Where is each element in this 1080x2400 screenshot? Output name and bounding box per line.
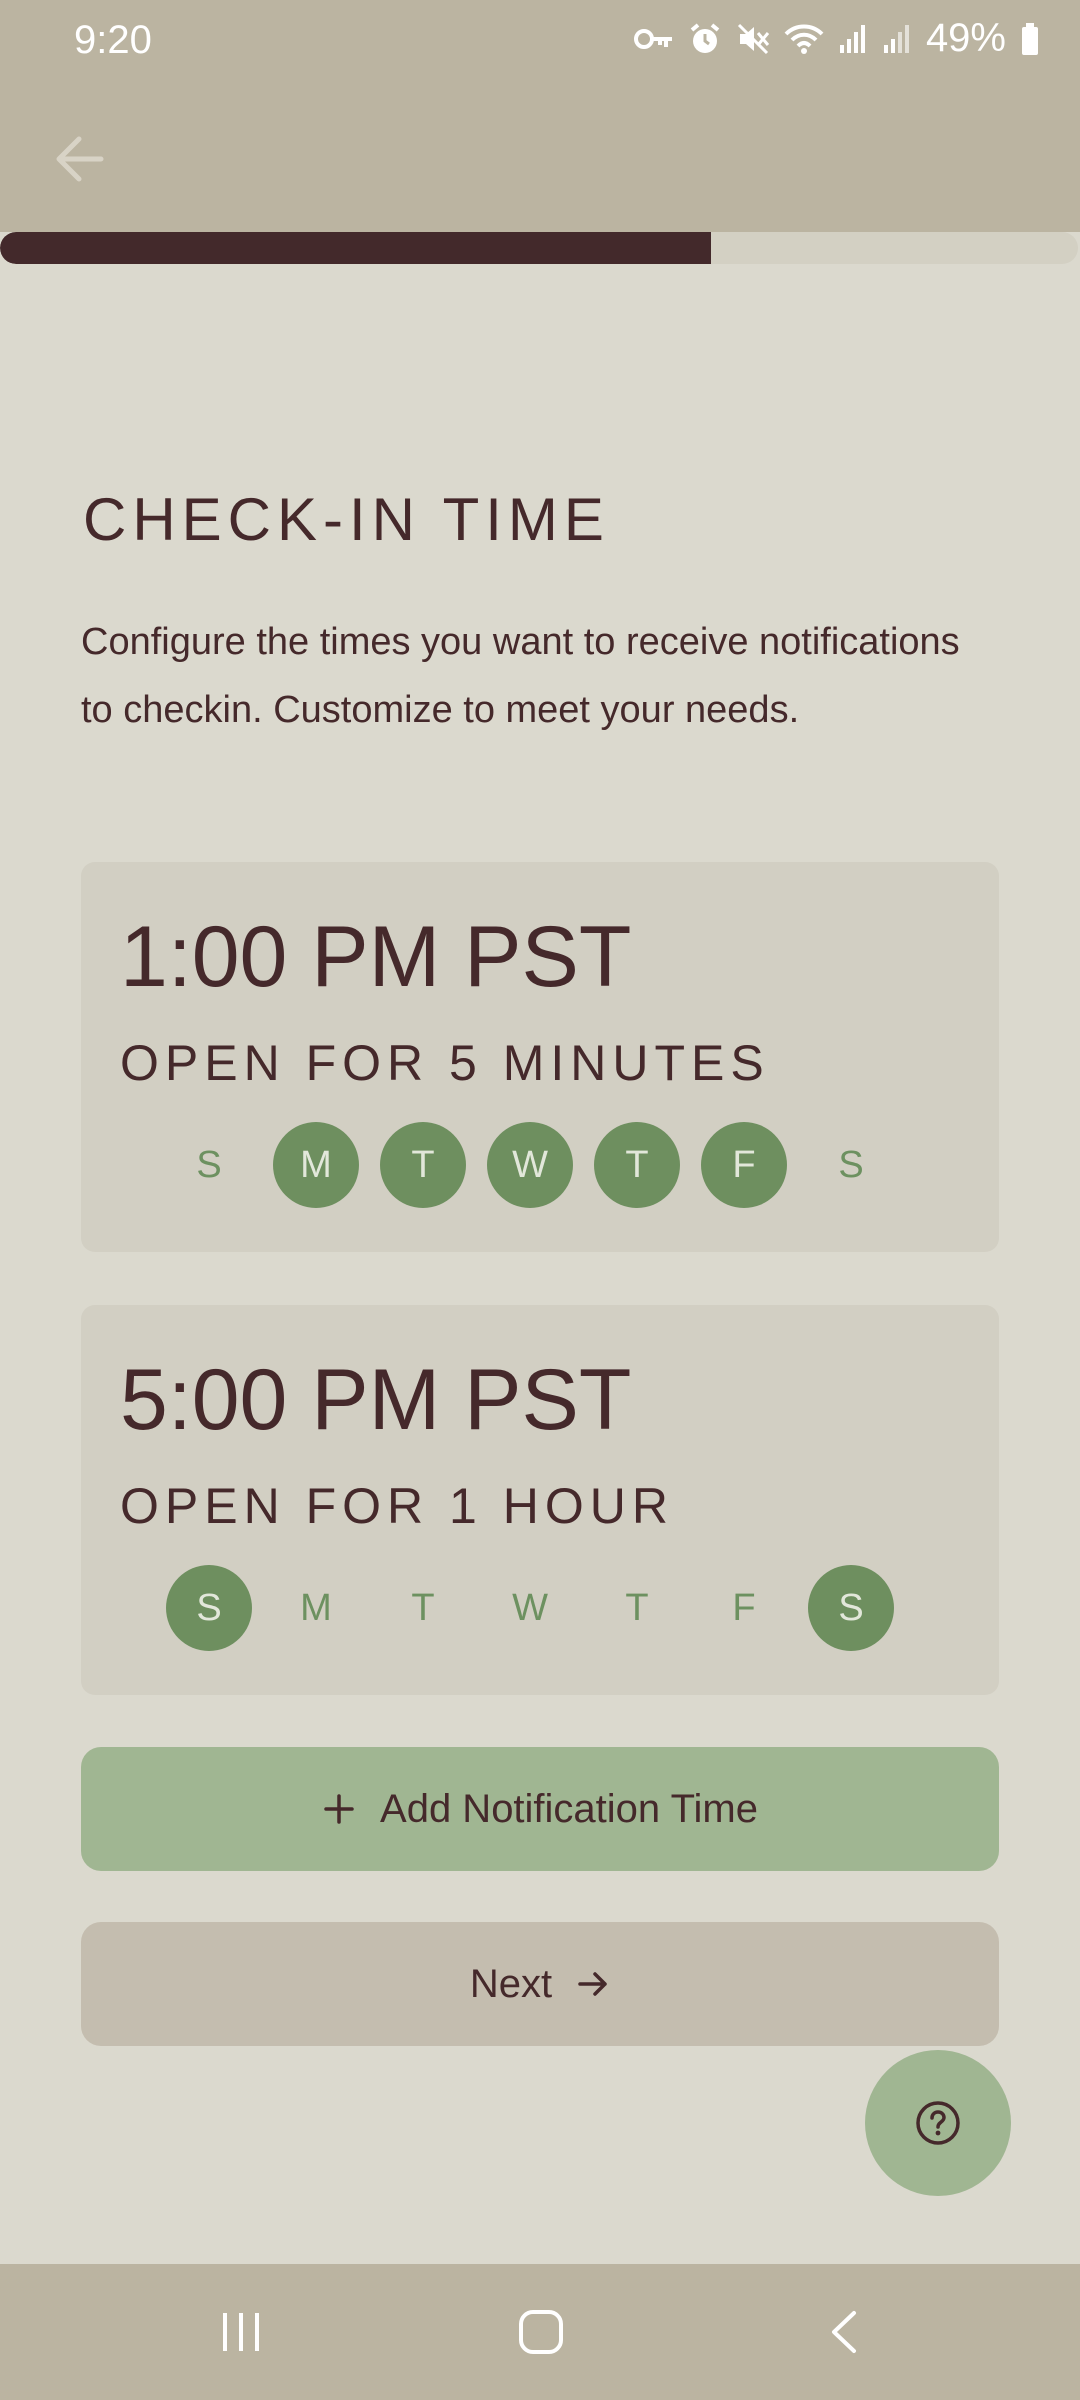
day-selector: S M T W T F S [81,1565,999,1651]
next-label: Next [469,1961,553,2006]
page-title: CHECK-IN TIME [83,486,610,553]
wifi-icon [784,24,824,54]
status-icons: 49% [633,16,1040,61]
day-toggle-mon[interactable]: M [273,1122,359,1208]
alarm-icon [690,22,720,53]
day-selector: S M T W T F S [81,1122,999,1208]
home-icon [519,2310,563,2354]
arrow-left-icon [56,136,104,182]
back-nav-button[interactable] [815,2302,875,2362]
help-button[interactable] [865,2050,1011,2196]
recent-apps-button[interactable] [211,2302,271,2362]
notification-card[interactable]: 1:00 PM PST OPEN FOR 5 MINUTES S M T W T… [81,862,999,1252]
next-button[interactable]: Next [81,1922,999,2046]
day-toggle-fri[interactable]: F [701,1565,787,1651]
mute-icon [737,23,770,54]
day-toggle-mon[interactable]: M [273,1565,359,1651]
day-toggle-sat[interactable]: S [808,1122,894,1208]
notification-card[interactable]: 5:00 PM PST OPEN FOR 1 HOUR S M T W T F … [81,1305,999,1695]
add-notification-time-button[interactable]: Add Notification Time [81,1747,999,1871]
app-bar [0,86,1080,232]
help-circle-icon [916,2101,960,2145]
back-button[interactable] [46,126,112,192]
day-toggle-tue[interactable]: T [380,1565,466,1651]
chevron-left-icon [832,2311,856,2353]
notification-duration[interactable]: OPEN FOR 5 MINUTES [120,1034,770,1092]
arrow-right-icon [578,1972,607,1996]
home-button[interactable] [511,2302,571,2362]
add-notification-label: Add Notification Time [380,1786,758,1831]
day-toggle-wed[interactable]: W [487,1565,573,1651]
day-toggle-fri[interactable]: F [701,1122,787,1208]
day-toggle-sun[interactable]: S [166,1565,252,1651]
plus-icon [324,1794,354,1824]
day-toggle-sat[interactable]: S [808,1565,894,1651]
system-nav-bar [0,2264,1080,2400]
progress-fill [0,232,712,264]
day-toggle-tue[interactable]: T [380,1122,466,1208]
status-bar: 9:20 49% [0,0,1080,86]
progress-bar [0,232,1078,264]
page-description: Configure the times you want to receive … [81,621,960,731]
vpn-key-icon [633,28,672,49]
day-toggle-sun[interactable]: S [166,1122,252,1208]
battery-icon [1022,22,1038,55]
notification-time[interactable]: 1:00 PM PST [120,908,631,1007]
recent-apps-icon [223,2313,259,2351]
day-toggle-thu[interactable]: T [594,1565,680,1651]
signal-icon [839,24,865,53]
signal-icon [883,24,909,53]
notification-duration[interactable]: OPEN FOR 1 HOUR [120,1477,674,1535]
day-toggle-thu[interactable]: T [594,1122,680,1208]
notification-time[interactable]: 5:00 PM PST [120,1351,631,1450]
day-toggle-wed[interactable]: W [487,1122,573,1208]
status-time: 9:20 [74,18,152,62]
battery-percent: 49% [925,16,1006,60]
